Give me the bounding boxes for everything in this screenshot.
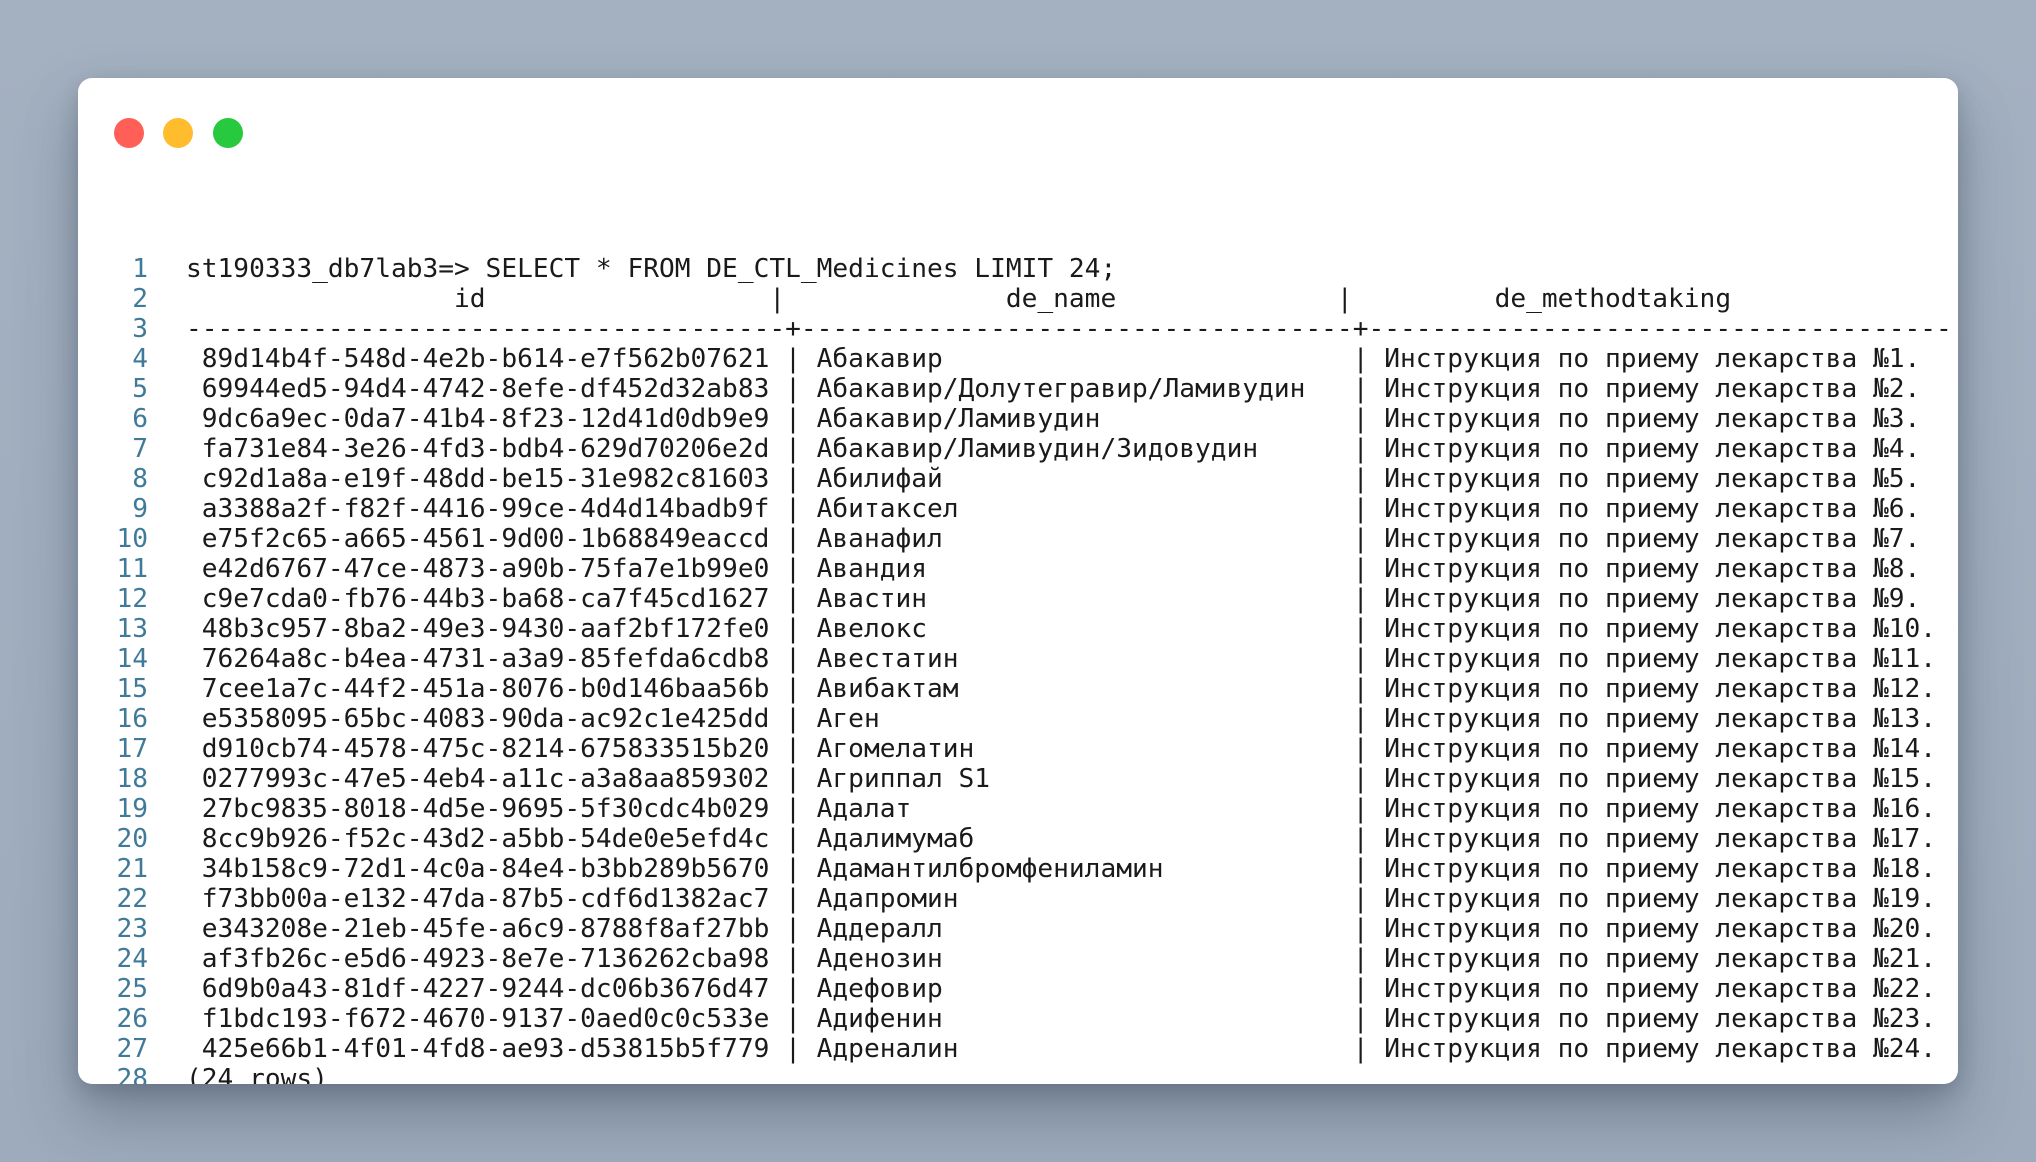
code-line: 6 9dc6a9ec-0da7-41b4-8f23-12d41d0db9e9 |… bbox=[78, 404, 1958, 434]
line-text: 69944ed5-94d4-4742-8efe-df452d32ab83 | А… bbox=[186, 374, 1921, 404]
line-number: 28 bbox=[116, 1064, 148, 1084]
line-text: 6d9b0a43-81df-4227-9244-dc06b3676d47 | А… bbox=[186, 974, 1937, 1004]
line-number: 9 bbox=[132, 494, 148, 524]
line-number: 7 bbox=[132, 434, 148, 464]
window-titlebar bbox=[78, 78, 1958, 168]
line-text: 7cee1a7c-44f2-451a-8076-b0d146baa56b | А… bbox=[186, 674, 1937, 704]
line-text: 0277993c-47e5-4eb4-a11c-a3a8aa859302 | А… bbox=[186, 764, 1937, 794]
line-text: e75f2c65-a665-4561-9d00-1b68849eaccd | А… bbox=[186, 524, 1921, 554]
close-button[interactable] bbox=[114, 118, 144, 148]
code-line: 4 89d14b4f-548d-4e2b-b614-e7f562b07621 |… bbox=[78, 344, 1958, 374]
code-line: 14 76264a8c-b4ea-4731-a3a9-85fefda6cdb8 … bbox=[78, 644, 1958, 674]
code-line: 25 6d9b0a43-81df-4227-9244-dc06b3676d47 … bbox=[78, 974, 1958, 1004]
line-number: 13 bbox=[116, 614, 148, 644]
code-line: 16 e5358095-65bc-4083-90da-ac92c1e425dd … bbox=[78, 704, 1958, 734]
line-number: 12 bbox=[116, 584, 148, 614]
line-number: 8 bbox=[132, 464, 148, 494]
code-area[interactable]: 1 st190333_db7lab3=> SELECT * FROM DE_CTL… bbox=[78, 254, 1958, 1084]
line-text: c92d1a8a-e19f-48dd-be15-31e982c81603 | А… bbox=[186, 464, 1921, 494]
code-line: 2 id | de_name | de_methodtaking bbox=[78, 284, 1958, 314]
line-text: fa731e84-3e26-4fd3-bdb4-629d70206e2d | А… bbox=[186, 434, 1921, 464]
line-number: 15 bbox=[116, 674, 148, 704]
line-text: 425e66b1-4f01-4fd8-ae93-d53815b5f779 | А… bbox=[186, 1034, 1937, 1064]
code-line: 18 0277993c-47e5-4eb4-a11c-a3a8aa859302 … bbox=[78, 764, 1958, 794]
line-number: 6 bbox=[132, 404, 148, 434]
line-number: 11 bbox=[116, 554, 148, 584]
line-text: e42d6767-47ce-4873-a90b-75fa7e1b99e0 | А… bbox=[186, 554, 1921, 584]
code-line: 10 e75f2c65-a665-4561-9d00-1b68849eaccd … bbox=[78, 524, 1958, 554]
line-text: 48b3c957-8ba2-49e3-9430-aaf2bf172fe0 | А… bbox=[186, 614, 1937, 644]
line-text: --------------------------------------+-… bbox=[186, 314, 1952, 344]
line-number: 22 bbox=[116, 884, 148, 914]
code-line: 1 st190333_db7lab3=> SELECT * FROM DE_CTL… bbox=[78, 254, 1958, 284]
code-line: 5 69944ed5-94d4-4742-8efe-df452d32ab83 |… bbox=[78, 374, 1958, 404]
code-line: 26 f1bdc193-f672-4670-9137-0aed0c0c533e … bbox=[78, 1004, 1958, 1034]
line-number: 19 bbox=[116, 794, 148, 824]
line-number: 25 bbox=[116, 974, 148, 1004]
line-number: 16 bbox=[116, 704, 148, 734]
line-text: st190333_db7lab3=> SELECT * FROM DE_CTL_… bbox=[186, 254, 1117, 284]
line-text: e5358095-65bc-4083-90da-ac92c1e425dd | А… bbox=[186, 704, 1937, 734]
line-number: 4 bbox=[132, 344, 148, 374]
code-line: 13 48b3c957-8ba2-49e3-9430-aaf2bf172fe0 … bbox=[78, 614, 1958, 644]
code-line: 21 34b158c9-72d1-4c0a-84e4-b3bb289b5670 … bbox=[78, 854, 1958, 884]
line-text: 89d14b4f-548d-4e2b-b614-e7f562b07621 | А… bbox=[186, 344, 1921, 374]
line-number: 18 bbox=[116, 764, 148, 794]
code-line: 17 d910cb74-4578-475c-8214-675833515b20 … bbox=[78, 734, 1958, 764]
line-number: 3 bbox=[132, 314, 148, 344]
code-line: 15 7cee1a7c-44f2-451a-8076-b0d146baa56b … bbox=[78, 674, 1958, 704]
line-text: f73bb00a-e132-47da-87b5-cdf6d1382ac7 | А… bbox=[186, 884, 1937, 914]
line-number: 26 bbox=[116, 1004, 148, 1034]
code-line: 7 fa731e84-3e26-4fd3-bdb4-629d70206e2d |… bbox=[78, 434, 1958, 464]
code-line: 28 (24 rows) bbox=[78, 1064, 1958, 1084]
line-number: 24 bbox=[116, 944, 148, 974]
line-text: af3fb26c-e5d6-4923-8e7e-7136262cba98 | А… bbox=[186, 944, 1937, 974]
line-number: 5 bbox=[132, 374, 148, 404]
code-line: 23 e343208e-21eb-45fe-a6c9-8788f8af27bb … bbox=[78, 914, 1958, 944]
code-line: 19 27bc9835-8018-4d5e-9695-5f30cdc4b029 … bbox=[78, 794, 1958, 824]
line-text: d910cb74-4578-475c-8214-675833515b20 | А… bbox=[186, 734, 1937, 764]
line-number: 17 bbox=[116, 734, 148, 764]
line-number: 1 bbox=[132, 254, 148, 284]
code-line: 11 e42d6767-47ce-4873-a90b-75fa7e1b99e0 … bbox=[78, 554, 1958, 584]
line-number: 21 bbox=[116, 854, 148, 884]
line-text: 27bc9835-8018-4d5e-9695-5f30cdc4b029 | А… bbox=[186, 794, 1937, 824]
line-text: f1bdc193-f672-4670-9137-0aed0c0c533e | А… bbox=[186, 1004, 1937, 1034]
code-line: 24 af3fb26c-e5d6-4923-8e7e-7136262cba98 … bbox=[78, 944, 1958, 974]
line-number: 10 bbox=[116, 524, 148, 554]
line-text: 9dc6a9ec-0da7-41b4-8f23-12d41d0db9e9 | А… bbox=[186, 404, 1921, 434]
code-line: 12 c9e7cda0-fb76-44b3-ba68-ca7f45cd1627 … bbox=[78, 584, 1958, 614]
line-text: id | de_name | de_methodtaking bbox=[186, 284, 1732, 314]
line-number: 27 bbox=[116, 1034, 148, 1064]
terminal-window: 1 st190333_db7lab3=> SELECT * FROM DE_CTL… bbox=[78, 78, 1958, 1084]
minimize-button[interactable] bbox=[163, 118, 193, 148]
code-line: 9 a3388a2f-f82f-4416-99ce-4d4d14badb9f |… bbox=[78, 494, 1958, 524]
line-text: (24 rows) bbox=[186, 1064, 328, 1084]
line-number: 14 bbox=[116, 644, 148, 674]
line-text: 76264a8c-b4ea-4731-a3a9-85fefda6cdb8 | А… bbox=[186, 644, 1937, 674]
line-number: 23 bbox=[116, 914, 148, 944]
line-text: 34b158c9-72d1-4c0a-84e4-b3bb289b5670 | А… bbox=[186, 854, 1937, 884]
code-line: 22 f73bb00a-e132-47da-87b5-cdf6d1382ac7 … bbox=[78, 884, 1958, 914]
line-text: c9e7cda0-fb76-44b3-ba68-ca7f45cd1627 | А… bbox=[186, 584, 1921, 614]
line-text: e343208e-21eb-45fe-a6c9-8788f8af27bb | А… bbox=[186, 914, 1937, 944]
code-line: 20 8cc9b926-f52c-43d2-a5bb-54de0e5efd4c … bbox=[78, 824, 1958, 854]
maximize-button[interactable] bbox=[213, 118, 243, 148]
code-line: 3 --------------------------------------+… bbox=[78, 314, 1958, 344]
line-text: a3388a2f-f82f-4416-99ce-4d4d14badb9f | А… bbox=[186, 494, 1921, 524]
line-number: 2 bbox=[132, 284, 148, 314]
code-line: 8 c92d1a8a-e19f-48dd-be15-31e982c81603 |… bbox=[78, 464, 1958, 494]
line-text: 8cc9b926-f52c-43d2-a5bb-54de0e5efd4c | А… bbox=[186, 824, 1937, 854]
line-number: 20 bbox=[116, 824, 148, 854]
code-line: 27 425e66b1-4f01-4fd8-ae93-d53815b5f779 … bbox=[78, 1034, 1958, 1064]
